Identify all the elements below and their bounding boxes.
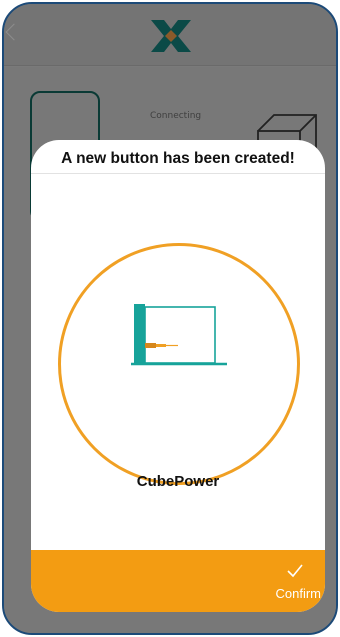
created-dialog: A new button has been created! CubePower… [31,140,325,612]
dialog-title: A new button has been created! [61,150,295,167]
confirm-button[interactable]: Confirm [31,550,325,612]
connecting-status: Connecting [150,111,202,121]
confirm-label: Confirm [275,586,321,601]
phone-frame: Connecting A new button has been created… [2,2,338,635]
device-name: CubePower [136,473,220,490]
brand-logo-icon [151,20,191,52]
divider [31,173,325,174]
chevron-left-icon[interactable] [5,23,23,41]
cube-device-icon [131,304,227,366]
checkmark-icon [287,564,303,578]
app-header [4,4,336,66]
